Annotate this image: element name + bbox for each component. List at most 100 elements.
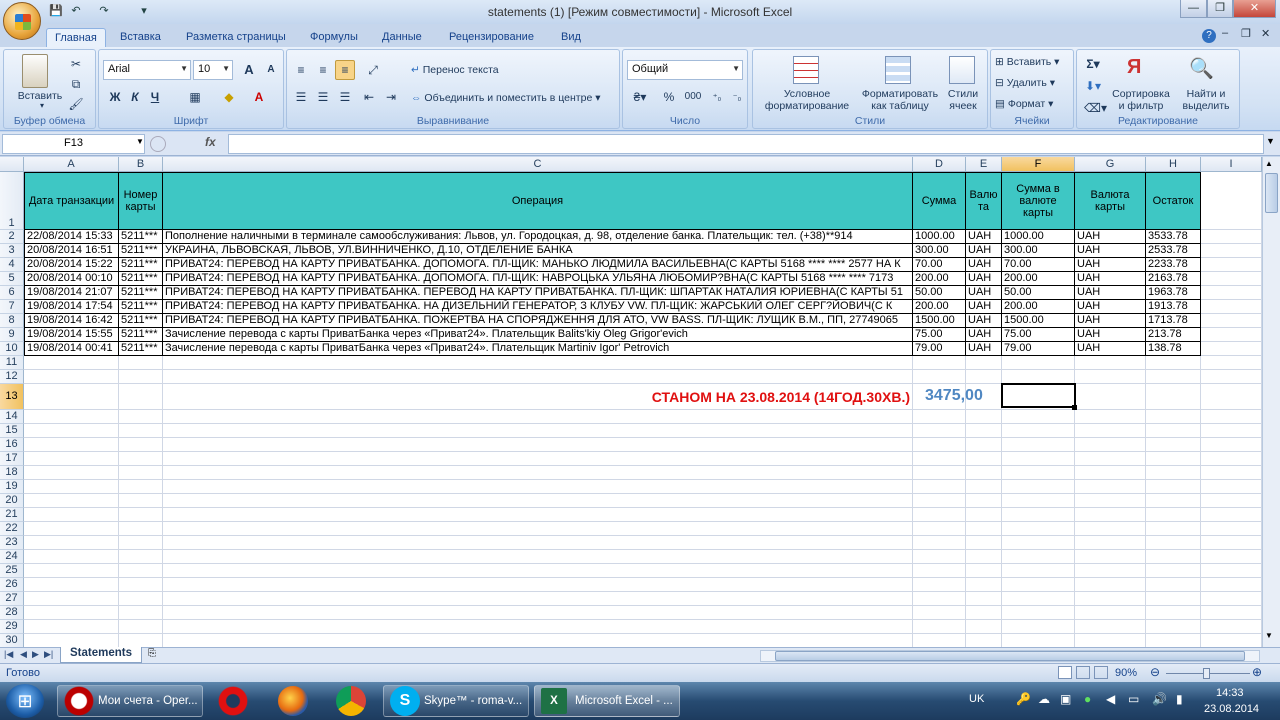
- cell-g7[interactable]: UAH: [1075, 300, 1146, 314]
- cell-f9[interactable]: 75.00: [1002, 328, 1075, 342]
- cell-a5[interactable]: 20/08/2014 00:10: [24, 272, 119, 286]
- cell-f3[interactable]: 300.00: [1002, 244, 1075, 258]
- column-header-g[interactable]: G: [1075, 157, 1146, 172]
- shrink-font-button[interactable]: A: [261, 60, 281, 80]
- insert-sheet-icon[interactable]: ⎘: [148, 648, 156, 659]
- cell-e3[interactable]: UAH: [966, 244, 1002, 258]
- zoom-level[interactable]: 90%: [1115, 667, 1137, 679]
- minimize-button[interactable]: —: [1180, 0, 1207, 18]
- cell-c5[interactable]: ПРИВАТ24: ПЕРЕВОД НА КАРТУ ПРИВАТБАНКА. …: [163, 272, 913, 286]
- row-header-18[interactable]: 18: [0, 466, 24, 480]
- row-header-11[interactable]: 11: [0, 356, 24, 370]
- redo-icon[interactable]: ↷: [96, 4, 112, 20]
- cell-f5[interactable]: 200.00: [1002, 272, 1075, 286]
- column-header-c[interactable]: C: [163, 157, 913, 172]
- row-header-29[interactable]: 29: [0, 620, 24, 634]
- cell-b6[interactable]: 5211***: [119, 286, 163, 300]
- row-header-16[interactable]: 16: [0, 438, 24, 452]
- taskbar-opera-mail[interactable]: Мои счета - Oper...: [57, 685, 203, 717]
- cell-d8[interactable]: 1500.00: [913, 314, 966, 328]
- tab-insert[interactable]: Вставка: [112, 28, 169, 47]
- cell-e9[interactable]: UAH: [966, 328, 1002, 342]
- scroll-down-icon[interactable]: ▼: [1265, 631, 1273, 640]
- cell-f6[interactable]: 50.00: [1002, 286, 1075, 300]
- borders-icon[interactable]: ▦: [185, 87, 205, 107]
- sheet-nav-last-icon[interactable]: ▶|: [44, 649, 53, 660]
- row-header-6[interactable]: 6: [0, 286, 24, 300]
- cell-a7[interactable]: 19/08/2014 17:54: [24, 300, 119, 314]
- row-header-9[interactable]: 9: [0, 328, 24, 342]
- sheet-nav-next-icon[interactable]: ▶: [32, 649, 39, 660]
- row-header-30[interactable]: 30: [0, 634, 24, 647]
- language-indicator[interactable]: UK: [969, 693, 984, 705]
- column-header-e[interactable]: E: [966, 157, 1002, 172]
- page-layout-view-icon[interactable]: [1076, 666, 1090, 679]
- cancel-edit-icon[interactable]: [150, 136, 166, 152]
- cell-b5[interactable]: 5211***: [119, 272, 163, 286]
- row-header-23[interactable]: 23: [0, 536, 24, 550]
- cell-c6[interactable]: ПРИВАТ24: ПЕРЕВОД НА КАРТУ ПРИВАТБАНКА. …: [163, 286, 913, 300]
- header-amount-card-currency[interactable]: Сумма в валюте карты: [1002, 172, 1075, 230]
- spreadsheet-grid[interactable]: A B C D E F G H I 1 2 3 4 5 6 7 8 9 10 11 12 13 14 15 1…: [0, 157, 1262, 647]
- start-button[interactable]: ⊞: [6, 684, 44, 718]
- wrap-text-button[interactable]: ↵ Перенос текста: [411, 64, 499, 76]
- help-icon[interactable]: ?: [1202, 29, 1216, 43]
- cell-e6[interactable]: UAH: [966, 286, 1002, 300]
- copy-icon[interactable]: ⧉: [66, 74, 86, 94]
- fill-handle[interactable]: [1072, 405, 1077, 410]
- cell-b2[interactable]: 5211***: [119, 230, 163, 244]
- firefox-icon[interactable]: [278, 686, 308, 716]
- name-box[interactable]: F13: [2, 134, 145, 154]
- row-header-20[interactable]: 20: [0, 494, 24, 508]
- vertical-scroll-thumb[interactable]: [1265, 173, 1278, 213]
- currency-format-icon[interactable]: ₴▾: [627, 87, 653, 107]
- decrease-decimal-icon[interactable]: ⁻₀: [727, 87, 747, 107]
- row-header-25[interactable]: 25: [0, 564, 24, 578]
- column-header-d[interactable]: D: [913, 157, 966, 172]
- tray-device-icon[interactable]: ▣: [1060, 692, 1071, 706]
- row-header-12[interactable]: 12: [0, 370, 24, 384]
- align-middle-icon[interactable]: ≡: [313, 60, 333, 80]
- expand-formula-bar-icon[interactable]: ▼: [1266, 136, 1275, 146]
- format-cells-button[interactable]: ▤ Формат ▾: [995, 98, 1053, 110]
- restore-button[interactable]: ❐: [1207, 0, 1233, 18]
- cell-b3[interactable]: 5211***: [119, 244, 163, 258]
- header-currency[interactable]: Валю та: [966, 172, 1002, 230]
- ribbon-restore-icon[interactable]: ❐: [1241, 27, 1251, 40]
- summary-value[interactable]: 3475,00: [925, 387, 983, 405]
- grow-font-button[interactable]: A: [239, 60, 259, 80]
- align-left-icon[interactable]: ☰: [291, 87, 311, 107]
- cell-g5[interactable]: UAH: [1075, 272, 1146, 286]
- row-header-21[interactable]: 21: [0, 508, 24, 522]
- align-bottom-icon[interactable]: ≡: [335, 60, 355, 80]
- align-center-icon[interactable]: ☰: [313, 87, 333, 107]
- save-icon[interactable]: 💾: [48, 4, 64, 20]
- sort-filter-button[interactable]: Сортировка и фильтр: [1109, 88, 1173, 112]
- tab-home[interactable]: Главная: [46, 28, 106, 47]
- cell-b10[interactable]: 5211***: [119, 342, 163, 356]
- row-header-28[interactable]: 28: [0, 606, 24, 620]
- fill-color-icon[interactable]: ◆: [219, 87, 239, 107]
- cell-h7[interactable]: 1913.78: [1146, 300, 1201, 314]
- network-icon[interactable]: ▮: [1176, 692, 1183, 706]
- cell-c8[interactable]: ПРИВАТ24: ПЕРЕВОД НА КАРТУ ПРИВАТБАНКА. …: [163, 314, 913, 328]
- fill-icon[interactable]: ⬇▾: [1083, 76, 1103, 96]
- clock-time[interactable]: 14:33: [1216, 687, 1244, 699]
- cell-e10[interactable]: UAH: [966, 342, 1002, 356]
- delete-cells-button[interactable]: ⊟ Удалить ▾: [995, 77, 1055, 89]
- align-right-icon[interactable]: ☰: [335, 87, 355, 107]
- autosum-icon[interactable]: Σ▾: [1083, 54, 1103, 74]
- cell-f2[interactable]: 1000.00: [1002, 230, 1075, 244]
- align-top-icon[interactable]: ≡: [291, 60, 311, 80]
- percent-button[interactable]: %: [659, 87, 679, 107]
- cell-h6[interactable]: 1963.78: [1146, 286, 1201, 300]
- zoom-in-icon[interactable]: ⊕: [1252, 665, 1262, 679]
- tab-view[interactable]: Вид: [553, 28, 589, 47]
- orientation-icon[interactable]: ⤢: [363, 60, 383, 80]
- cell-h3[interactable]: 2533.78: [1146, 244, 1201, 258]
- cell-d2[interactable]: 1000.00: [913, 230, 966, 244]
- cell-a8[interactable]: 19/08/2014 16:42: [24, 314, 119, 328]
- format-painter-icon[interactable]: 🖌: [66, 94, 86, 114]
- cell-d4[interactable]: 70.00: [913, 258, 966, 272]
- volume-icon[interactable]: 🔊: [1152, 692, 1167, 706]
